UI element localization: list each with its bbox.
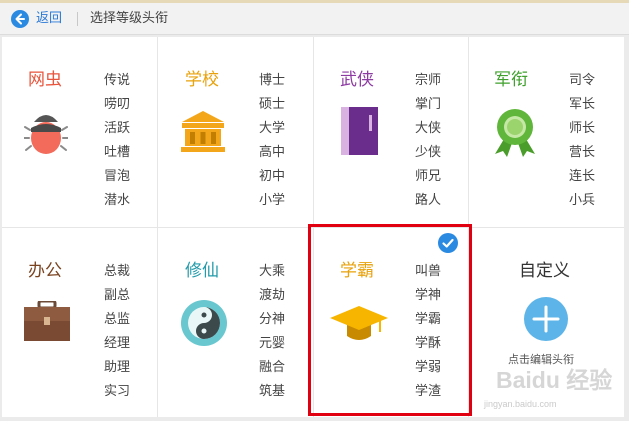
title-option: 副总 xyxy=(104,288,131,303)
checkmark-icon xyxy=(438,233,458,253)
category-cell-junxian[interactable]: 军衔 司令 军长 师长 营长 连长 小兵 xyxy=(469,37,624,227)
school-building-icon xyxy=(181,111,225,152)
category-cell-wangchong[interactable]: 网虫 传说 唠叨 活跃 吐槽 冒泡 潜水 xyxy=(2,37,157,227)
title-option: 唠叨 xyxy=(104,97,131,112)
title-option: 筑基 xyxy=(259,384,286,399)
title-option: 渡劫 xyxy=(259,288,286,303)
military-medal-icon xyxy=(495,109,535,157)
title-option: 高中 xyxy=(259,145,286,160)
watermark-url: jingyan.baidu.com xyxy=(484,399,557,409)
title-option: 师长 xyxy=(569,121,596,136)
back-button[interactable]: 返回 xyxy=(36,11,62,27)
category-title: 修仙 xyxy=(185,261,219,281)
title-option: 硕士 xyxy=(259,97,286,112)
title-option: 大侠 xyxy=(415,121,442,136)
briefcase-icon xyxy=(24,301,70,341)
title-option: 融合 xyxy=(259,360,286,375)
title-list: 宗师 掌门 大侠 少侠 师兄 路人 xyxy=(415,69,441,213)
title-option: 总监 xyxy=(104,312,131,327)
title-option: 大乘 xyxy=(259,264,286,279)
title-list: 大乘 渡劫 分神 元婴 融合 筑基 xyxy=(259,260,285,404)
custom-title: 自定义 xyxy=(519,261,570,281)
category-title: 军衔 xyxy=(494,70,528,90)
watermark-text: Baidu 经验 xyxy=(496,367,613,393)
martial-book-icon xyxy=(341,107,378,155)
title-option: 师兄 xyxy=(415,169,442,184)
title-option: 吐槽 xyxy=(104,145,131,160)
page-title: 选择等级头衔 xyxy=(90,11,169,26)
title-list: 司令 军长 师长 营长 连长 小兵 xyxy=(569,69,595,213)
title-option: 元婴 xyxy=(259,336,286,351)
category-title: 武侠 xyxy=(340,70,374,90)
custom-edit-hint[interactable]: 点击编辑头衔 xyxy=(508,353,574,367)
title-option: 宗师 xyxy=(415,73,442,88)
yin-yang-icon xyxy=(181,300,227,346)
title-option: 司令 xyxy=(569,73,596,88)
title-option: 大学 xyxy=(259,121,286,136)
back-arrow-icon[interactable] xyxy=(11,10,29,28)
title-option: 博士 xyxy=(259,73,286,88)
title-option: 总裁 xyxy=(104,264,131,279)
title-option: 潜水 xyxy=(104,193,131,208)
title-option: 实习 xyxy=(104,384,131,399)
category-cell-xuexiao[interactable]: 学校 博士 硕士 大学 高中 初中 小学 xyxy=(158,37,313,227)
category-title: 网虫 xyxy=(28,70,62,90)
category-cell-bangong[interactable]: 办公 总裁 副总 总监 经理 助理 实习 xyxy=(2,228,157,418)
title-option: 小学 xyxy=(259,193,286,208)
top-bar: 返回 选择等级头衔 xyxy=(0,3,629,35)
title-list: 总裁 副总 总监 经理 助理 实习 xyxy=(104,260,130,404)
title-option: 分神 xyxy=(259,312,286,327)
title-option: 经理 xyxy=(104,336,131,351)
title-option: 掌门 xyxy=(415,97,442,112)
category-title: 办公 xyxy=(28,261,62,281)
plus-icon[interactable] xyxy=(524,297,568,341)
category-title: 学校 xyxy=(185,70,219,90)
title-option: 冒泡 xyxy=(104,169,131,184)
title-list: 传说 唠叨 活跃 吐槽 冒泡 潜水 xyxy=(104,69,130,213)
title-option: 小兵 xyxy=(569,193,596,208)
title-option: 传说 xyxy=(104,73,131,88)
title-option: 路人 xyxy=(415,193,442,208)
category-cell-wuxia[interactable]: 武侠 宗师 掌门 大侠 少侠 师兄 路人 xyxy=(314,37,469,227)
topbar-divider xyxy=(77,12,78,26)
title-option: 连长 xyxy=(569,169,596,184)
title-list: 博士 硕士 大学 高中 初中 小学 xyxy=(259,69,285,213)
title-option: 初中 xyxy=(259,169,286,184)
category-cell-xiuxian[interactable]: 修仙 大乘 渡劫 分神 元婴 融合 筑基 xyxy=(158,228,313,418)
bug-icon xyxy=(24,115,68,154)
title-option: 少侠 xyxy=(415,145,442,160)
title-option: 助理 xyxy=(104,360,131,375)
title-option: 活跃 xyxy=(104,121,131,136)
title-option: 军长 xyxy=(569,97,596,112)
title-option: 营长 xyxy=(569,145,596,160)
